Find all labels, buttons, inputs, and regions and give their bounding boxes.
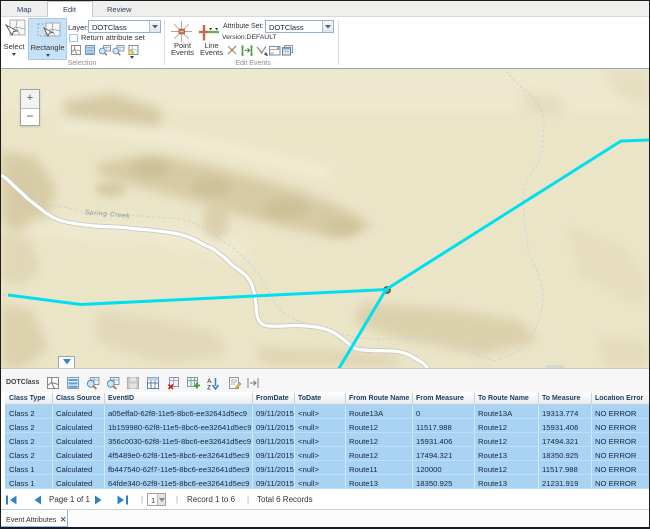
svg-text:Z: Z [207,385,211,391]
